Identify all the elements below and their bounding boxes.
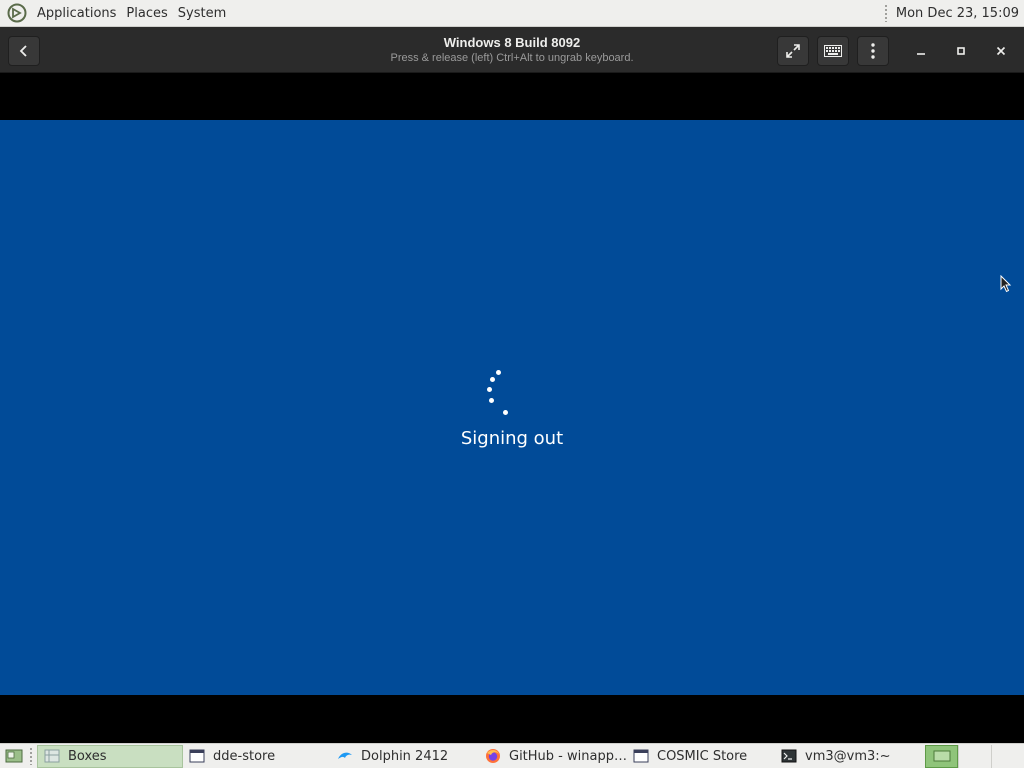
task-dde-store[interactable]: dde-store [183,745,331,768]
task-label: COSMIC Store [657,748,748,764]
task-terminal[interactable]: vm3@vm3:~ [775,745,917,768]
window-title: Windows 8 Build 8092 [443,35,581,50]
system-menu[interactable]: System [173,0,231,27]
panel-handle[interactable] [883,4,888,22]
maximize-button[interactable] [949,40,973,62]
workspace-2[interactable] [958,744,991,768]
task-boxes[interactable]: Boxes [37,744,183,768]
window-icon [189,748,205,764]
fullscreen-icon [786,44,800,58]
top-panel: Applications Places System Mon Dec 23, 1… [0,0,1024,27]
bottom-taskbar: Boxes dde-store Dolphin 2412 GitHub - wi… [0,743,1024,768]
firefox-icon [485,748,501,764]
chevron-left-icon [19,45,27,57]
vm-letterbox-top [0,73,1024,120]
window-headerbar: Windows 8 Build 8092 Press & release (le… [0,27,1024,73]
boxes-icon [44,748,60,764]
close-button[interactable] [989,40,1013,62]
workspace-window-icon [933,750,950,762]
task-github-firefox[interactable]: GitHub - winapp… [479,745,627,768]
distro-logo-icon[interactable] [6,2,28,24]
loading-spinner-icon [484,366,516,418]
workspace-1[interactable] [925,744,958,768]
show-desktop-button[interactable] [3,746,25,766]
minimize-button[interactable] [909,40,933,62]
task-label: Dolphin 2412 [361,748,449,764]
terminal-icon [781,748,797,764]
menu-button[interactable] [857,36,889,66]
mouse-cursor-icon [1000,275,1012,293]
task-label: vm3@vm3:~ [805,748,891,764]
taskbar-handle[interactable] [29,747,33,765]
clock[interactable]: Mon Dec 23, 15:09 [896,6,1024,21]
dolphin-icon [337,748,353,764]
task-cosmic-store[interactable]: COSMIC Store [627,745,775,768]
workspace-switcher [925,744,1024,768]
task-label: Boxes [68,748,107,764]
window-icon [633,748,649,764]
maximize-icon [957,47,965,55]
applications-menu[interactable]: Applications [32,0,121,27]
signing-out-text: Signing out [460,428,564,449]
fullscreen-button[interactable] [777,36,809,66]
window-subtitle: Press & release (left) Ctrl+Alt to ungra… [390,52,634,64]
kebab-menu-icon [871,43,875,59]
back-button[interactable] [8,36,40,66]
keyboard-icon [824,45,842,57]
close-icon [996,46,1006,56]
show-desktop-icon [5,749,23,763]
task-label: dde-store [213,748,276,764]
minimize-icon [917,53,925,55]
task-dolphin[interactable]: Dolphin 2412 [331,745,479,768]
keyboard-button[interactable] [817,36,849,66]
vm-letterbox-bottom [0,695,1024,743]
task-label: GitHub - winapp… [509,748,627,764]
places-menu[interactable]: Places [121,0,172,27]
workspace-3[interactable] [991,744,1024,768]
